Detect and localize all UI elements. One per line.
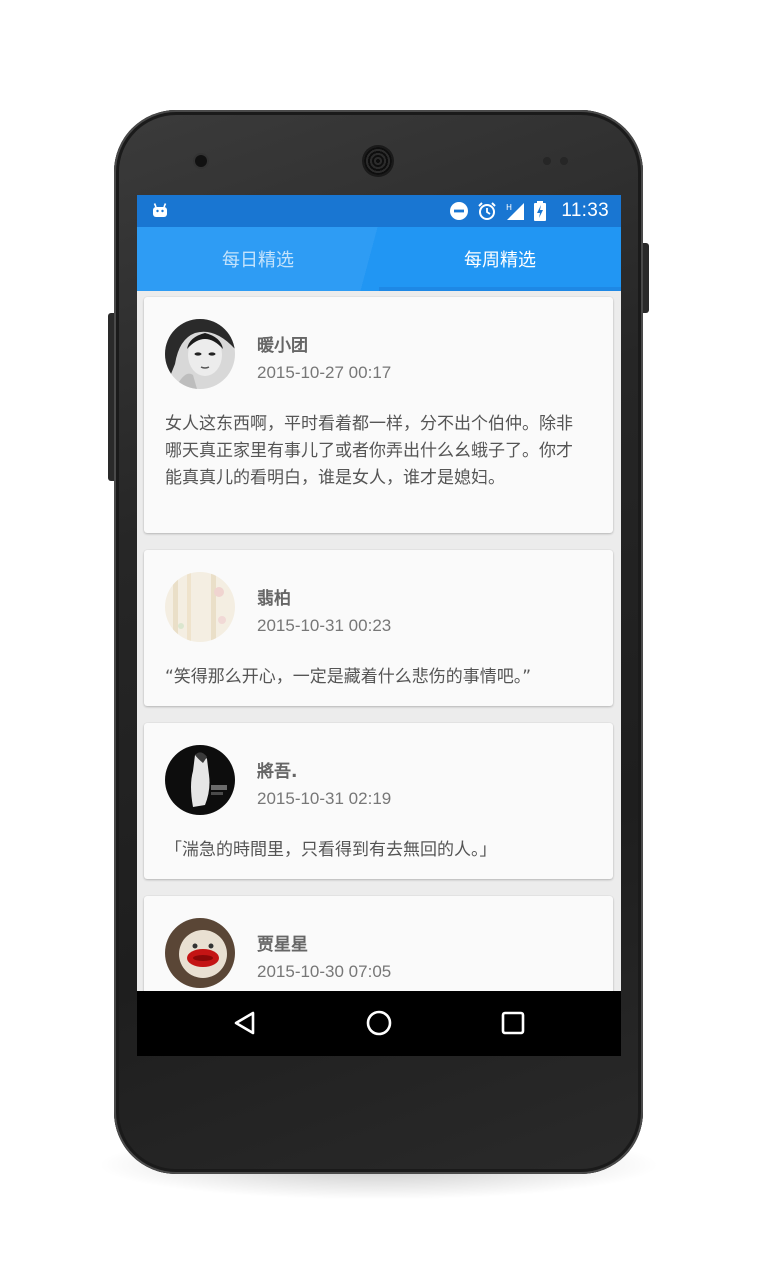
- author-name: 贾星星: [257, 935, 308, 955]
- alarm-icon: [477, 201, 497, 221]
- tab-weekly-picks[interactable]: 每周精选: [379, 227, 621, 291]
- do-not-disturb-icon: [449, 201, 469, 221]
- avatar[interactable]: [165, 572, 235, 642]
- avatar[interactable]: [165, 319, 235, 389]
- svg-text:H: H: [506, 203, 512, 212]
- navigation-bar: [137, 991, 621, 1056]
- status-time: 11:33: [561, 200, 609, 221]
- power-button: [643, 243, 649, 313]
- author-name: 將吾.: [257, 762, 298, 782]
- post-text: “笑得那么开心，一定是藏着什么悲伤的事情吧。”: [165, 667, 532, 687]
- post-card[interactable]: 翡柏 2015-10-31 00:23 “笑得那么开心，一定是藏着什么悲伤的事情…: [144, 550, 613, 706]
- post-feed[interactable]: 暖小团 2015-10-27 00:17 女人这东西啊，平时看着都一样，分不出个…: [137, 291, 621, 991]
- tab-bar: 每日精选 每周精选: [137, 227, 621, 291]
- screen: H 11:33 每日精选 每周精选 暖小团 2015-10-27 00:17 女…: [137, 195, 621, 1056]
- light-sensor: [560, 157, 568, 165]
- proximity-sensor: [543, 157, 551, 165]
- battery-charging-icon: [533, 201, 553, 221]
- post-time: 2015-10-27 00:17: [257, 363, 392, 382]
- earpiece-speaker: [364, 147, 392, 175]
- post-time: 2015-10-31 02:19: [257, 789, 392, 808]
- back-icon[interactable]: [226, 1005, 262, 1041]
- author-name: 翡柏: [257, 589, 291, 609]
- post-text: 女人这东西啊，平时看着都一样，分不出个伯仲。除非哪天真正家里有事儿了或者你弄出什…: [165, 414, 573, 488]
- avatar[interactable]: [165, 918, 235, 988]
- post-time: 2015-10-30 07:05: [257, 962, 392, 981]
- android-notification-icon: [151, 201, 169, 219]
- status-bar: H 11:33: [137, 195, 621, 227]
- avatar[interactable]: [165, 745, 235, 815]
- signal-icon: H: [505, 201, 525, 221]
- post-card[interactable]: 暖小团 2015-10-27 00:17 女人这东西啊，平时看着都一样，分不出个…: [144, 297, 613, 533]
- post-card[interactable]: 將吾. 2015-10-31 02:19 「湍急的時間里，只看得到有去無回的人。…: [144, 723, 613, 879]
- post-time: 2015-10-31 00:23: [257, 616, 392, 635]
- author-name: 暖小团: [257, 336, 308, 356]
- front-camera: [195, 155, 207, 167]
- tab-daily-picks[interactable]: 每日精选: [137, 227, 379, 291]
- recents-icon[interactable]: [495, 1005, 531, 1041]
- post-card[interactable]: 贾星星 2015-10-30 07:05: [144, 896, 613, 991]
- home-icon[interactable]: [361, 1005, 397, 1041]
- post-text: 「湍急的時間里，只看得到有去無回的人。」: [165, 840, 497, 860]
